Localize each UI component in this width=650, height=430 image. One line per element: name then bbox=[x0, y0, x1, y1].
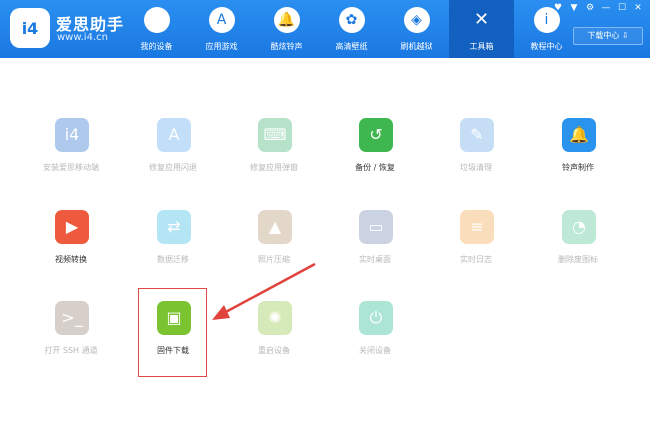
annotation-arrow bbox=[212, 262, 316, 320]
app-window: i4 爱思助手 www.i4.cn 我的设备 A 应用游戏 🔔 酷炫铃声 ✿ 高清壁纸 ◈ 刷机… bbox=[0, 0, 650, 430]
